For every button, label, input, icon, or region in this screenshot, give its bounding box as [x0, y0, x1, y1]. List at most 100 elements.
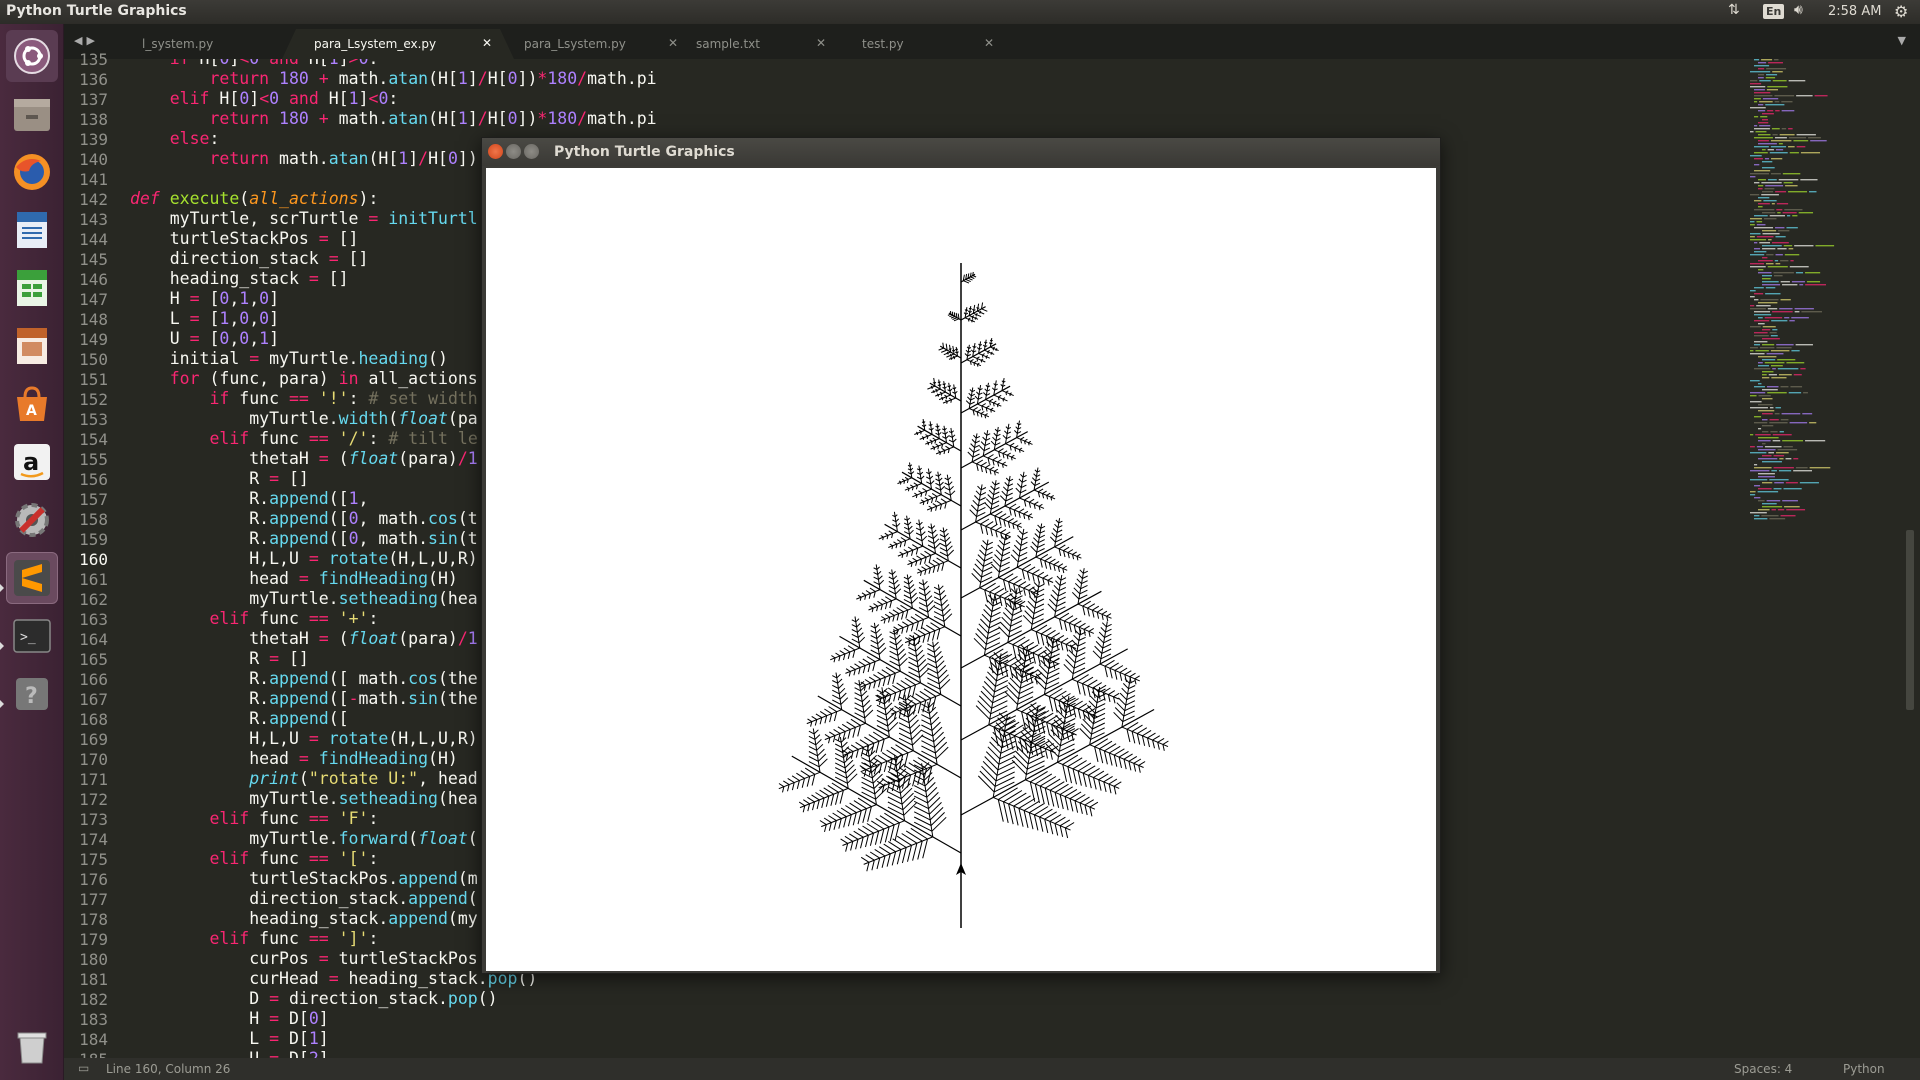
- fern-stroke: [989, 648, 1004, 658]
- minimap-line: [1758, 395, 1771, 397]
- line-number: 169: [79, 730, 108, 749]
- close-icon[interactable]: ✕: [816, 36, 826, 50]
- fern-stroke: [1050, 632, 1060, 639]
- fern-stroke: [1069, 617, 1078, 624]
- tab-sample[interactable]: sample.txt ✕: [676, 29, 834, 59]
- tab-nav-arrows-icon[interactable]: ◀▶: [74, 34, 99, 47]
- fern-stroke: [924, 585, 930, 591]
- fern-stroke: [817, 748, 825, 757]
- maximize-window-icon[interactable]: [524, 144, 539, 159]
- minimap-line: [1778, 374, 1792, 376]
- minimap-line: [1758, 440, 1771, 442]
- fern-stroke: [1051, 717, 1062, 725]
- fern-stroke: [861, 592, 867, 596]
- fern-stroke: [927, 792, 939, 804]
- fern-stroke: [908, 651, 917, 657]
- fern-stroke: [979, 310, 982, 313]
- fern-stroke: [870, 639, 878, 645]
- fern-stroke: [920, 526, 925, 531]
- volume-icon[interactable]: 🔊︎: [1794, 2, 1803, 18]
- minimap-line: [1790, 386, 1803, 388]
- session-gear-icon[interactable]: ⚙: [1894, 2, 1908, 21]
- fern-stroke: [1137, 727, 1148, 735]
- fern-stroke: [870, 644, 879, 650]
- fern-stroke: [889, 660, 900, 667]
- fern-stroke: [921, 724, 933, 731]
- scrollbar[interactable]: [1906, 530, 1914, 710]
- close-icon[interactable]: ✕: [482, 36, 492, 50]
- minimap-line: [1758, 74, 1765, 76]
- fern-stroke: [994, 776, 1015, 787]
- fern-stroke: [899, 657, 908, 667]
- fern-stroke: [1038, 503, 1043, 507]
- fern-stroke: [991, 606, 1001, 612]
- minimap-line: [1779, 431, 1784, 433]
- turtle-titlebar[interactable]: Python Turtle Graphics: [482, 138, 1440, 166]
- fern-stroke: [939, 542, 947, 547]
- indentation-setting[interactable]: Spaces: 4: [1734, 1062, 1792, 1076]
- panel-toggle-icon[interactable]: ▭: [78, 1061, 89, 1075]
- fern-stroke: [1017, 646, 1022, 661]
- fern-stroke: [1002, 398, 1004, 402]
- tab-para-lsystem-ex[interactable]: para_Lsystem_ex.py ✕: [282, 29, 514, 59]
- fern-stroke: [889, 824, 895, 842]
- syntax-setting[interactable]: Python: [1843, 1062, 1885, 1076]
- fern-stroke: [1002, 735, 1016, 743]
- fern-stroke: [938, 473, 942, 477]
- fern-stroke: [892, 575, 898, 580]
- fern-stroke: [853, 830, 864, 838]
- minimap-line: [1754, 182, 1760, 184]
- fern-stroke: [966, 309, 969, 312]
- fern-stroke: [811, 794, 820, 801]
- keyboard-layout-indicator[interactable]: En: [1763, 4, 1785, 19]
- fern-stroke: [983, 561, 993, 567]
- fern-stroke: [1050, 594, 1058, 602]
- fern-stroke: [1014, 735, 1019, 752]
- fern-stroke: [888, 530, 893, 534]
- minimize-window-icon[interactable]: [506, 144, 521, 159]
- minimap-line: [1772, 71, 1783, 73]
- close-window-icon[interactable]: [488, 144, 503, 159]
- fern-stroke: [1055, 606, 1066, 613]
- minimap-line: [1786, 227, 1798, 229]
- fern-stroke: [875, 787, 888, 800]
- fern-stroke: [832, 689, 840, 695]
- fern-stroke: [900, 680, 911, 688]
- fern-stroke: [828, 822, 832, 831]
- fern-stroke: [1012, 520, 1018, 525]
- tab-test[interactable]: test.py ✕: [842, 29, 1002, 59]
- fern-stroke: [861, 757, 871, 763]
- fern-stroke: [1096, 608, 1104, 613]
- fern-stroke: [1019, 546, 1028, 552]
- fern-stroke: [1109, 668, 1113, 679]
- minimap-line: [1754, 209, 1775, 211]
- window-title: Python Turtle Graphics: [6, 3, 187, 19]
- minimap-line: [1800, 152, 1821, 154]
- fern-stroke: [1069, 798, 1074, 812]
- fern-stroke: [887, 806, 905, 816]
- fern-stroke: [981, 308, 988, 312]
- minimap[interactable]: [1748, 59, 1920, 1059]
- fern-stroke: [1014, 750, 1029, 765]
- close-icon[interactable]: ✕: [984, 36, 994, 50]
- fern-stroke: [900, 787, 913, 800]
- fern-stroke: [926, 600, 934, 607]
- fern-stroke: [990, 504, 1000, 510]
- fern-stroke: [852, 812, 857, 826]
- clock[interactable]: 2:58 AM: [1828, 4, 1881, 19]
- network-icon[interactable]: ⇅: [1728, 2, 1740, 18]
- fern-stroke: [1082, 683, 1086, 696]
- turtle-window-title: Python Turtle Graphics: [554, 144, 735, 160]
- fern-stroke: [1119, 692, 1127, 701]
- fern-stroke: [1064, 827, 1069, 839]
- fern-stroke: [856, 622, 861, 628]
- tab-para-lsystem[interactable]: para_Lsystem.py ✕: [504, 29, 686, 59]
- minimap-line: [1754, 125, 1758, 127]
- tab-dropdown-icon[interactable]: ▼: [1898, 34, 1906, 47]
- fern-stroke: [995, 348, 998, 350]
- code-line: curHead = heading_stack.pop(): [130, 969, 538, 988]
- minimap-line: [1754, 515, 1760, 517]
- fern-stroke: [1072, 768, 1077, 785]
- fern-stroke: [970, 504, 978, 512]
- turtle-canvas[interactable]: [486, 168, 1436, 971]
